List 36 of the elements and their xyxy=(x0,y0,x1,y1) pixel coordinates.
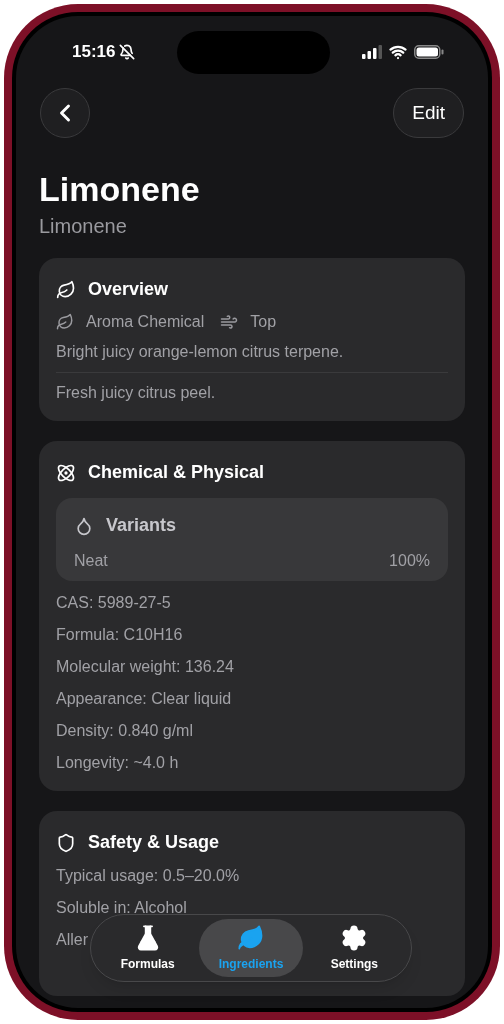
atom-icon xyxy=(56,462,76,483)
detail-text: CAS: 5989-27-5 xyxy=(56,593,171,613)
detail-text: Aller xyxy=(56,930,88,950)
tag-label: Top xyxy=(250,312,277,332)
variant-value: 100% xyxy=(389,551,430,571)
variant-name: Neat xyxy=(74,551,108,571)
detail-text: Molecular weight: 136.24 xyxy=(56,657,234,677)
back-button[interactable] xyxy=(40,88,90,138)
droplet-icon xyxy=(74,515,94,536)
detail-text: Formula: C10H16 xyxy=(56,625,183,645)
signal-icon xyxy=(362,45,382,59)
wifi-icon xyxy=(389,43,407,61)
section-title: Overview xyxy=(88,278,169,301)
detail-text: Density: 0.840 g/ml xyxy=(56,721,193,741)
page-subtitle: Limonene xyxy=(39,214,128,239)
detail-text: Appearance: Clear liquid xyxy=(56,689,232,709)
edit-button[interactable]: Edit xyxy=(393,88,464,138)
tab-item[interactable]: Settings xyxy=(302,919,406,977)
shield-icon xyxy=(56,832,76,853)
leaf-icon xyxy=(237,923,265,952)
description-text: Bright juicy orange-lemon citrus terpene. xyxy=(56,342,345,362)
variants-title: Variants xyxy=(106,514,177,537)
battery-icon xyxy=(414,45,444,59)
detail-text: Typical usage: 0.5–20.0% xyxy=(56,866,240,886)
page-title: Limonene xyxy=(39,169,201,210)
tag-label: Aroma Chemical xyxy=(86,312,205,332)
wind-icon xyxy=(220,313,239,331)
section-title: Chemical & Physical xyxy=(88,461,265,484)
detail-text: Longevity: ~4.0 h xyxy=(56,753,179,773)
detail-text: Soluble in: Alcohol xyxy=(56,898,187,918)
leaf-icon xyxy=(56,313,74,331)
tab-item[interactable]: Formulas xyxy=(96,919,200,977)
status-time: 15:16 xyxy=(72,41,116,64)
notes-text: Fresh juicy citrus peel. xyxy=(56,383,217,403)
section-title: Safety & Usage xyxy=(88,831,220,854)
leaf-icon xyxy=(56,279,76,300)
